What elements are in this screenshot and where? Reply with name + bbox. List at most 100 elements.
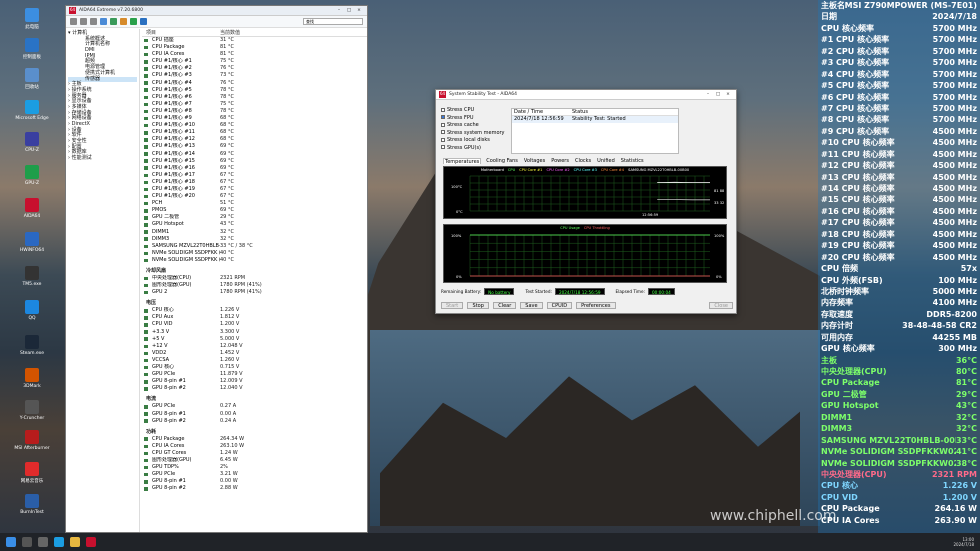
table-row[interactable]: SAMSUNG MZVL22T0HBLB-... 33 °C / 38 °C — [142, 243, 367, 250]
table-row[interactable]: GPU 8-pin #1 12.009 V — [142, 378, 367, 385]
table-row[interactable]: CPU #1/核心 #6 78 °C — [142, 94, 367, 101]
table-row[interactable]: 中央处理器(CPU) 2321 RPM — [142, 275, 367, 282]
table-row[interactable]: CPU Package 264.34 W — [142, 436, 367, 443]
table-row[interactable]: CPU #1/核心 #16 69 °C — [142, 165, 367, 172]
table-row[interactable]: CPU Package 81 °C — [142, 44, 367, 51]
stress-checkbox[interactable]: Stress cache — [441, 122, 509, 130]
table-row[interactable]: CPU #1/核心 #19 67 °C — [142, 186, 367, 193]
table-row[interactable]: VDD2 1.452 V — [142, 350, 367, 357]
checkbox-icon[interactable] — [441, 115, 445, 120]
save-button[interactable]: Save — [520, 302, 543, 309]
start-button[interactable]: Start — [441, 302, 464, 309]
table-row[interactable]: CPU #1/核心 #11 68 °C — [142, 129, 367, 136]
table-row[interactable]: 图形处理器(GPU) 6.45 W — [142, 457, 367, 464]
stress-checkbox[interactable]: Stress local disks — [441, 137, 509, 145]
table-row[interactable]: GPU 8-pin #2 0.24 A — [142, 418, 367, 425]
close-button[interactable]: Close — [709, 302, 733, 309]
table-row[interactable]: GPU 8-pin #1 0.00 W — [142, 478, 367, 485]
table-row[interactable]: PCH 51 °C — [142, 200, 367, 207]
refresh-icon[interactable] — [90, 18, 97, 25]
tab-voltages[interactable]: Voltages — [523, 158, 546, 164]
table-row[interactable]: CPU IA Cores 263.10 W — [142, 443, 367, 450]
monitor-icon[interactable] — [110, 18, 117, 25]
cpuid-button[interactable]: CPUID — [546, 302, 573, 309]
desktop-icon[interactable]: Microsoft Edge — [2, 100, 62, 121]
table-row[interactable]: NVMe SOLIDIGM SSDPFKK (... 40 °C — [142, 257, 367, 264]
table-row[interactable]: GPU TDP% 2% — [142, 464, 367, 471]
col-item[interactable]: 项目 — [142, 29, 220, 36]
table-row[interactable]: GPU 核心 0.715 V — [142, 364, 367, 371]
desktop-icon[interactable]: MSI Afterburner — [2, 430, 62, 451]
stress-checkbox[interactable]: Stress CPU — [441, 107, 509, 115]
desktop-icon[interactable]: TM5.exe — [2, 266, 62, 287]
table-row[interactable]: CPU GT Cores 1.24 W — [142, 450, 367, 457]
minimize-icon[interactable]: – — [334, 8, 344, 13]
table-row[interactable]: +3.3 V 3.300 V — [142, 329, 367, 336]
desktop-icon[interactable]: 3DMark — [2, 368, 62, 389]
desktop-icon[interactable]: QQ — [2, 300, 62, 321]
table-row[interactable]: CPU #1/核心 #1 75 °C — [142, 58, 367, 65]
table-row[interactable]: 图形处理器(GPU) 1780 RPM (41%) — [142, 282, 367, 289]
table-row[interactable]: CPU Aux 1.812 V — [142, 314, 367, 321]
table-row[interactable]: +5 V 5.000 V — [142, 336, 367, 343]
stability-titlebar[interactable]: 64 System Stability Test - AIDA64 – □ × — [436, 90, 736, 100]
stability-icon[interactable] — [120, 18, 127, 25]
table-row[interactable]: CPU #1/核心 #20 67 °C — [142, 193, 367, 200]
table-row[interactable]: CPU #1/核心 #18 67 °C — [142, 179, 367, 186]
maximize-icon[interactable]: □ — [344, 8, 354, 13]
table-row[interactable]: CPU #1/核心 #7 75 °C — [142, 101, 367, 108]
desktop-icon[interactable]: 网易云音乐 — [2, 462, 62, 484]
table-row[interactable]: +12 V 12.048 V — [142, 343, 367, 350]
table-row[interactable]: CPU #1/核心 #8 78 °C — [142, 108, 367, 115]
desktop-icon[interactable]: 控制面板 — [2, 38, 62, 60]
tab-unified[interactable]: Unified — [596, 158, 616, 164]
table-row[interactable]: GPU Hotspot 43 °C — [142, 221, 367, 228]
table-row[interactable]: VCCSA 1.260 V — [142, 357, 367, 364]
forward-icon[interactable] — [80, 18, 87, 25]
desktop-icon[interactable]: Y-Cruncher — [2, 400, 62, 421]
tab-statistics[interactable]: Statistics — [620, 158, 645, 164]
stress-checkbox[interactable]: Stress GPU(s) — [441, 145, 509, 153]
tab-clocks[interactable]: Clocks — [574, 158, 592, 164]
table-row[interactable]: CPU #1/核心 #3 73 °C — [142, 72, 367, 79]
desktop-icon[interactable]: BurnInTest — [2, 494, 62, 515]
aida64-task-icon[interactable] — [86, 537, 96, 547]
maximize-icon[interactable]: □ — [713, 92, 723, 97]
table-row[interactable]: CPU #1/核心 #14 69 °C — [142, 151, 367, 158]
table-row[interactable]: GPU 2 1780 RPM (41%) — [142, 289, 367, 296]
legend-entry[interactable]: CPU — [508, 168, 515, 172]
table-row[interactable]: CPU IA Cores 81 °C — [142, 51, 367, 58]
table-row[interactable]: GPU PCIe 11.879 V — [142, 371, 367, 378]
stop-button[interactable]: Stop — [467, 302, 490, 309]
search-icon[interactable] — [140, 18, 147, 25]
desktop-icon[interactable]: CPU-Z — [2, 132, 62, 153]
table-row[interactable]: PMOS 69 °C — [142, 207, 367, 214]
search-input[interactable]: 查找 — [303, 18, 363, 25]
table-row[interactable]: GPU 8-pin #1 0.00 A — [142, 411, 367, 418]
tab-cooling-fans[interactable]: Cooling Fans — [485, 158, 519, 164]
desktop-icon[interactable]: 此电脑 — [2, 8, 62, 30]
table-row[interactable]: DIMM3 32 °C — [142, 236, 367, 243]
table-row[interactable]: GPU 8-pin #2 2.88 W — [142, 485, 367, 492]
aida64-titlebar[interactable]: 64 AIDA64 Extreme v7.20.6800 – □ × — [66, 6, 367, 16]
close-icon[interactable]: × — [723, 92, 733, 97]
start-icon[interactable] — [6, 537, 16, 547]
table-row[interactable]: GPU PCIe 3.21 W — [142, 471, 367, 478]
system-tray[interactable]: 13:00 2024/7/18 — [953, 537, 974, 547]
explorer-icon[interactable] — [70, 537, 80, 547]
table-row[interactable]: CPU #1/核心 #17 67 °C — [142, 172, 367, 179]
clear-button[interactable]: Clear — [493, 302, 517, 309]
col-value[interactable]: 当前数值 — [220, 29, 240, 36]
tab-powers[interactable]: Powers — [550, 158, 570, 164]
tab-temperatures[interactable]: Temperatures — [443, 158, 482, 165]
legend-entry[interactable]: CPU Core #4 — [601, 168, 624, 172]
table-row[interactable]: CPU #1/核心 #4 76 °C — [142, 80, 367, 87]
legend-entry[interactable]: Motherboard — [481, 168, 504, 172]
table-row[interactable]: CPU #1/核心 #2 76 °C — [142, 65, 367, 72]
desktop-icon[interactable]: 回收站 — [2, 68, 62, 90]
table-row[interactable]: CPU #1/核心 #9 68 °C — [142, 115, 367, 122]
tree-item[interactable]: › 性能测试 — [68, 155, 137, 162]
preferences-button[interactable]: Preferences — [576, 302, 616, 309]
download-icon[interactable] — [130, 18, 137, 25]
table-row[interactable]: CPU #1/核心 #10 68 °C — [142, 122, 367, 129]
